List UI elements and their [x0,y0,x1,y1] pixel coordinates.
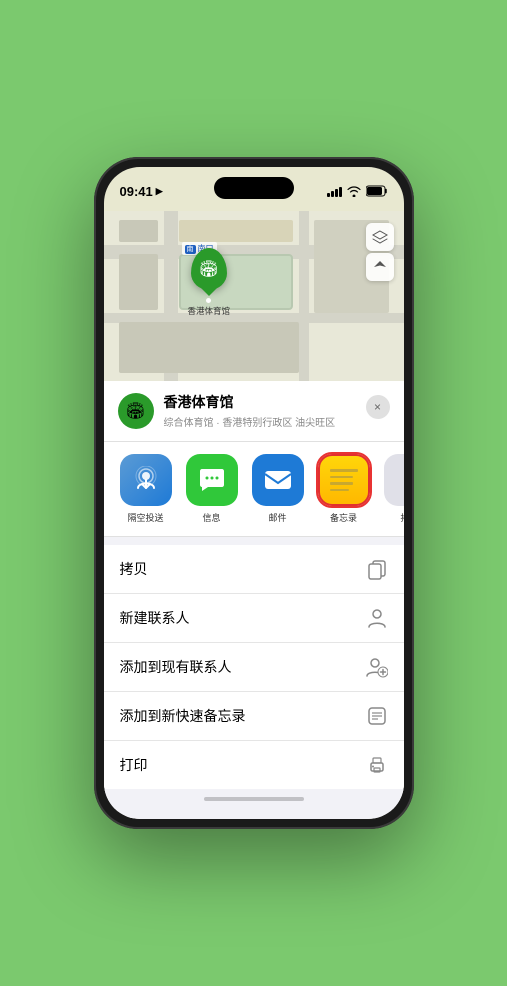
action-item-new-contact[interactable]: 新建联系人 [104,594,404,643]
battery-icon [366,185,388,197]
print-icon [366,754,388,776]
wifi-icon [347,186,361,197]
messages-label: 信息 [202,511,220,524]
share-row: 隔空投送 信息 [104,442,404,537]
close-button[interactable]: × [366,395,390,419]
stadium-marker[interactable]: 🏟 香港体育馆 [188,248,231,317]
share-item-messages[interactable]: 信息 [184,454,240,524]
notes-icon-wrap [318,454,370,506]
stadium-pin-icon: 🏟 [199,259,219,279]
share-item-airdrop[interactable]: 隔空投送 [118,454,174,524]
action-list: 拷贝 新建联系人 [104,545,404,789]
bottom-sheet: 🏟 香港体育馆 综合体育馆 · 香港特别行政区 油尖旺区 × [104,381,404,819]
airdrop-label: 隔空投送 [127,511,163,524]
map-layers-button[interactable] [366,223,394,251]
share-item-more[interactable]: 拷贝 [382,454,404,524]
action-item-quick-note[interactable]: 添加到新快速备忘录 [104,692,404,741]
action-item-add-existing[interactable]: 添加到现有联系人 [104,643,404,692]
action-print-label: 打印 [120,755,148,775]
venue-header: 🏟 香港体育馆 综合体育馆 · 香港特别行政区 油尖旺区 × [104,381,404,442]
action-add-existing-label: 添加到现有联系人 [120,657,232,677]
notes-label: 备忘录 [330,511,357,524]
map-area[interactable]: 南南口 🏟 香港体育馆 [104,211,404,381]
action-item-copy[interactable]: 拷贝 [104,545,404,594]
copy-icon [366,558,388,580]
add-existing-icon [366,656,388,678]
airdrop-icon-wrap [120,454,172,506]
quick-note-icon [366,705,388,727]
new-contact-icon [366,607,388,629]
notes-line-1 [330,469,358,472]
close-icon: × [374,400,381,414]
action-item-print[interactable]: 打印 [104,741,404,789]
stadium-pin: 🏟 [191,248,227,290]
phone-screen: 09:41 ▶ [104,167,404,819]
share-item-notes[interactable]: 备忘录 [316,454,372,524]
signal-icon [327,186,342,197]
notes-lines [330,469,358,491]
home-bar [204,797,304,801]
action-quick-note-label: 添加到新快速备忘录 [120,706,246,726]
notes-line-3 [330,482,354,485]
map-building-6 [119,322,299,373]
notes-line-4 [330,489,350,492]
stadium-dot [206,298,211,303]
venue-stadium-icon: 🏟 [125,401,145,421]
map-building-1 [119,220,158,242]
mail-icon-wrap [252,454,304,506]
stadium-name-label: 香港体育馆 [188,305,231,317]
mail-label: 邮件 [268,511,286,524]
map-building-2 [179,220,293,242]
status-time: 09:41 ▶ [120,184,163,199]
messages-icon-wrap [186,454,238,506]
time-display: 09:41 [120,184,153,199]
map-road-vertical-2 [299,211,309,381]
action-new-contact-label: 新建联系人 [120,608,190,628]
share-item-mail[interactable]: 邮件 [250,454,306,524]
status-icons [327,185,388,197]
notes-line-2 [330,476,354,479]
venue-name: 香港体育馆 [164,393,390,411]
dynamic-island [214,177,294,199]
location-button[interactable] [366,253,394,281]
map-controls [366,223,394,281]
venue-info: 香港体育馆 综合体育馆 · 香港特别行政区 油尖旺区 [164,393,390,428]
venue-subtitle: 综合体育馆 · 香港特别行政区 油尖旺区 [164,414,390,429]
phone-frame: 09:41 ▶ [94,157,414,829]
venue-icon: 🏟 [118,393,154,429]
location-arrow-icon: ▶ [156,186,163,197]
home-indicator [104,789,404,809]
more-label: 拷贝 [400,511,403,524]
more-icon-wrap [384,454,404,506]
action-copy-label: 拷贝 [120,559,148,579]
map-building-3 [119,254,158,310]
